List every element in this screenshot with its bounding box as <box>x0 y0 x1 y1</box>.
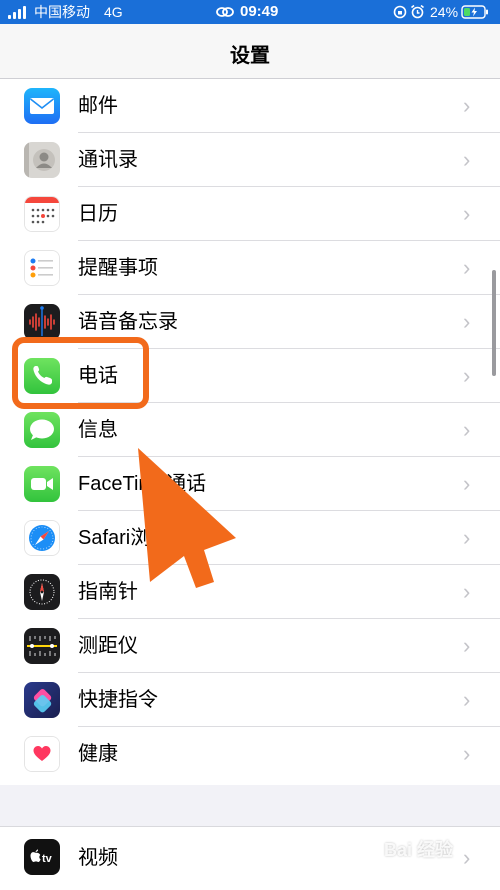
link-icon <box>216 5 234 22</box>
settings-row-measure[interactable]: 测距仪 › <box>0 619 500 673</box>
battery-percentage: 24% <box>430 4 459 20</box>
settings-row-safari[interactable]: Safari浏览器 › <box>0 511 500 565</box>
watermark: Bai 经验 <box>384 840 454 860</box>
chevron-right-icon: › <box>463 687 471 712</box>
scrollbar[interactable] <box>492 270 496 376</box>
chevron-right-icon: › <box>463 525 471 550</box>
nav-bar: 设置 <box>0 24 500 79</box>
settings-row-label: 快捷指令 <box>78 689 158 711</box>
chevron-right-icon: › <box>463 363 471 388</box>
mail-icon <box>24 88 60 124</box>
settings-row-label: 日历 <box>78 203 118 225</box>
settings-row-label: 信息 <box>78 419 118 441</box>
settings-row-label: 语音备忘录 <box>78 311 178 333</box>
settings-row-calendar[interactable]: 日历 › <box>0 187 500 241</box>
status-time: 09:49 <box>240 3 279 20</box>
settings-row-health[interactable]: 健康 › <box>0 727 500 781</box>
chevron-right-icon: › <box>463 741 471 766</box>
chevron-right-icon: › <box>463 309 471 334</box>
rotation-lock-icon <box>393 5 407 22</box>
health-icon <box>24 736 60 772</box>
settings-row-label: 健康 <box>78 743 118 765</box>
alarm-icon <box>410 4 425 22</box>
page-title: 设置 <box>230 45 270 67</box>
facetime-icon <box>24 466 60 502</box>
settings-row-contacts[interactable]: 通讯录 › <box>0 133 500 187</box>
compass-icon <box>24 574 60 610</box>
measure-icon <box>24 628 60 664</box>
highlight-box <box>12 337 149 409</box>
network-type: 4G <box>104 4 123 20</box>
settings-row-reminders[interactable]: 提醒事项 › <box>0 241 500 295</box>
settings-row-compass[interactable]: 指南针 › <box>0 565 500 619</box>
status-bar: 中国移动 4G 09:49 24% <box>0 0 500 24</box>
chevron-right-icon: › <box>463 417 471 442</box>
settings-row-label: 视频 <box>78 847 118 869</box>
voice-memos-icon <box>24 304 60 340</box>
chevron-right-icon: › <box>463 255 471 280</box>
apple-tv-icon: tv <box>24 839 60 875</box>
chevron-right-icon: › <box>463 471 471 496</box>
chevron-right-icon: › <box>463 147 471 172</box>
safari-icon <box>24 520 60 556</box>
chevron-right-icon: › <box>463 845 471 870</box>
chevron-right-icon: › <box>463 579 471 604</box>
settings-row-messages[interactable]: 信息 › <box>0 403 500 457</box>
settings-row-label: 测距仪 <box>78 635 138 657</box>
contacts-icon <box>24 142 60 178</box>
svg-text:tv: tv <box>42 853 53 865</box>
reminders-icon <box>24 250 60 286</box>
shortcuts-icon <box>24 682 60 718</box>
settings-row-mail[interactable]: 邮件 › <box>0 79 500 133</box>
settings-list: 邮件 › 通讯录 › 日历 › 提醒事项 › 语音备忘录 › 电话 › 信息 ›… <box>0 79 500 785</box>
messages-icon <box>24 412 60 448</box>
calendar-icon <box>24 196 60 232</box>
settings-row-shortcuts[interactable]: 快捷指令 › <box>0 673 500 727</box>
settings-row-label: 提醒事项 <box>78 257 158 279</box>
signal-strength-icon <box>8 5 26 19</box>
settings-row-facetime[interactable]: FaceTime通话 › <box>0 457 500 511</box>
chevron-right-icon: › <box>463 201 471 226</box>
settings-row-label: 通讯录 <box>78 149 138 171</box>
battery-charging-icon <box>461 5 489 22</box>
pointer-arrow <box>120 440 250 595</box>
chevron-right-icon: › <box>463 93 471 118</box>
chevron-right-icon: › <box>463 633 471 658</box>
carrier-name: 中国移动 <box>34 4 90 20</box>
settings-row-label: 邮件 <box>78 95 118 117</box>
